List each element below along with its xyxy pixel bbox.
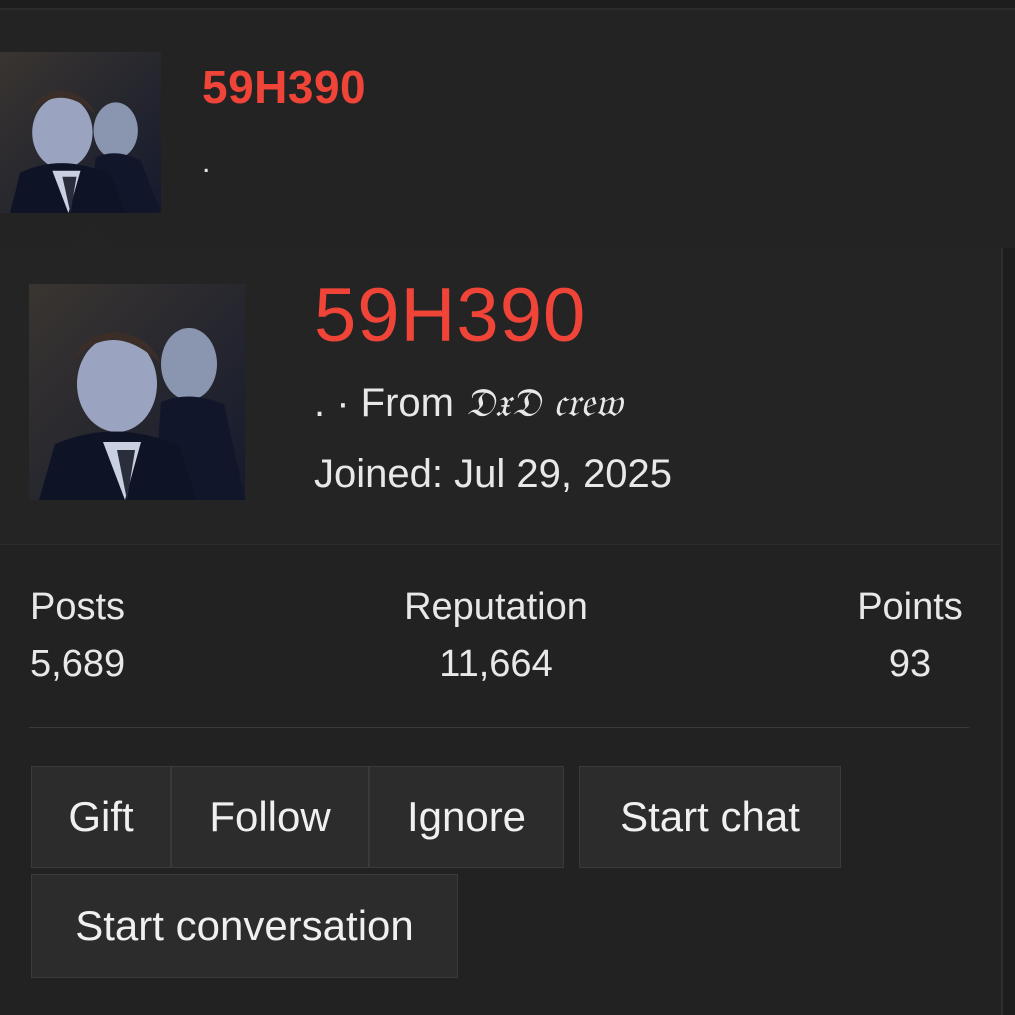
gift-button[interactable]: Gift bbox=[31, 766, 171, 868]
stat-posts-value: 5,689 bbox=[30, 643, 126, 685]
follow-button[interactable]: Follow bbox=[171, 766, 369, 868]
start-conversation-button[interactable]: Start conversation bbox=[31, 874, 458, 978]
avatar-large[interactable] bbox=[29, 284, 245, 500]
user-title-prefix: . · From bbox=[314, 381, 466, 425]
header-username[interactable]: 59H390 bbox=[202, 60, 366, 114]
ignore-button[interactable]: Ignore bbox=[369, 766, 564, 868]
card-pointer bbox=[66, 222, 114, 248]
stat-points-value: 93 bbox=[888, 643, 932, 685]
joined-date: Joined: Jul 29, 2025 bbox=[314, 452, 673, 496]
stat-posts-label: Posts bbox=[30, 586, 126, 628]
stat-points-label: Points bbox=[857, 586, 963, 628]
stat-posts[interactable]: Posts 5,689 bbox=[30, 586, 125, 686]
stat-reputation-label: Reputation bbox=[404, 586, 588, 628]
header-subtitle: . bbox=[202, 146, 211, 179]
stat-reputation[interactable]: Reputation 11,664 bbox=[396, 586, 596, 686]
user-title: . · From 𝔇𝔵𝔇 𝔠𝔯𝔢𝔴 bbox=[314, 380, 623, 426]
avatar-small[interactable] bbox=[0, 52, 161, 213]
user-title-crew: 𝔇𝔵𝔇 𝔠𝔯𝔢𝔴 bbox=[465, 380, 623, 426]
stat-points[interactable]: Points 93 bbox=[852, 586, 968, 686]
card-username[interactable]: 59H390 bbox=[314, 272, 586, 359]
stat-reputation-value: 11,664 bbox=[439, 643, 553, 685]
start-chat-button[interactable]: Start chat bbox=[579, 766, 841, 868]
stats-divider bbox=[29, 727, 969, 728]
